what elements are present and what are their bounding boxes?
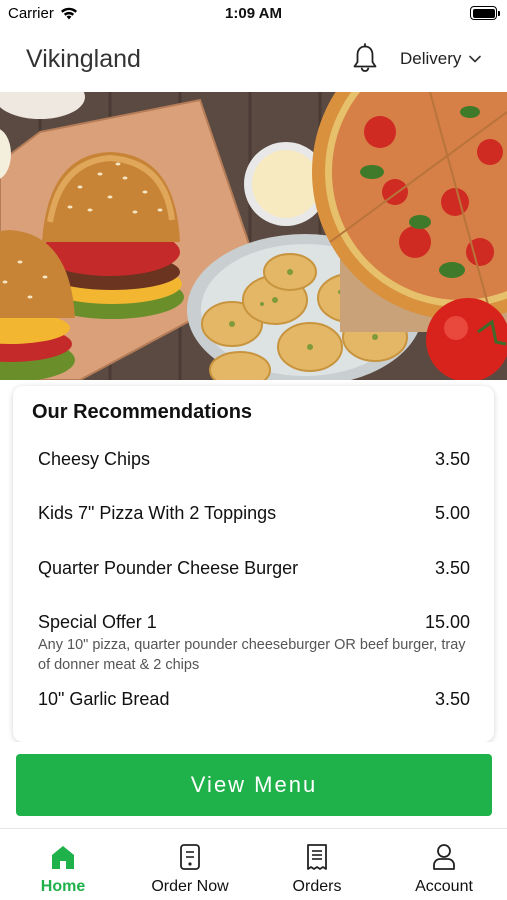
delivery-selector[interactable]: Delivery [400, 49, 482, 69]
item-name: Cheesy Chips [38, 449, 151, 469]
item-description: Any 10" pizza, quarter pounder cheesebur… [38, 637, 466, 673]
hero-food-image [0, 92, 507, 380]
item-price: 3.50 [434, 689, 470, 709]
bell-icon[interactable] [350, 42, 380, 74]
order-icon [180, 844, 200, 870]
delivery-label: Delivery [400, 49, 462, 68]
tab-bar: Home Order Now Orders Account [0, 828, 507, 900]
app-title: Vikingland [26, 45, 141, 73]
item-price: 3.50 [434, 449, 470, 469]
recommendation-item[interactable]: Kids 7" Pizza With 2 Toppings 5.00 [38, 503, 470, 524]
item-name: 10" Garlic Bread [38, 689, 170, 709]
tab-orders-label: Orders [292, 878, 342, 895]
chevron-down-icon [469, 55, 482, 63]
home-icon [52, 846, 74, 869]
item-price: 5.00 [434, 503, 470, 523]
status-bar: Carrier 1:09 AM [0, 0, 507, 28]
recommendations-title: Our Recommendations [32, 401, 253, 423]
tab-order-now[interactable]: Order Now [127, 829, 253, 900]
person-icon [433, 844, 455, 870]
recommendation-item[interactable]: 10" Garlic Bread 3.50 [38, 689, 470, 710]
app-header: Vikingland Delivery [0, 28, 507, 92]
tab-account-label: Account [415, 878, 473, 895]
battery-icon [470, 6, 500, 20]
item-name: Kids 7" Pizza With 2 Toppings [38, 503, 277, 523]
item-name: Quarter Pounder Cheese Burger [38, 558, 299, 578]
tab-home-label: Home [40, 878, 86, 895]
status-time: 1:09 AM [225, 5, 282, 22]
tab-home[interactable]: Home [0, 829, 126, 900]
tab-orders[interactable]: Orders [254, 829, 380, 900]
recommendation-item[interactable]: Quarter Pounder Cheese Burger 3.50 [38, 558, 470, 579]
receipt-icon [307, 844, 327, 870]
tab-order-now-label: Order Now [151, 878, 229, 895]
recommendation-item[interactable]: Cheesy Chips 3.50 [38, 449, 470, 470]
recommendations-card: Our Recommendations Cheesy Chips 3.50 Ki… [13, 386, 494, 742]
item-name: Special Offer 1 [38, 612, 157, 632]
item-price: 15.00 [424, 612, 470, 632]
item-price: 3.50 [434, 558, 470, 578]
view-menu-button[interactable]: View Menu [16, 754, 492, 816]
tab-account[interactable]: Account [381, 829, 507, 900]
recommendation-item[interactable]: Special Offer 1 15.00 Any 10" pizza, qua… [38, 612, 470, 675]
